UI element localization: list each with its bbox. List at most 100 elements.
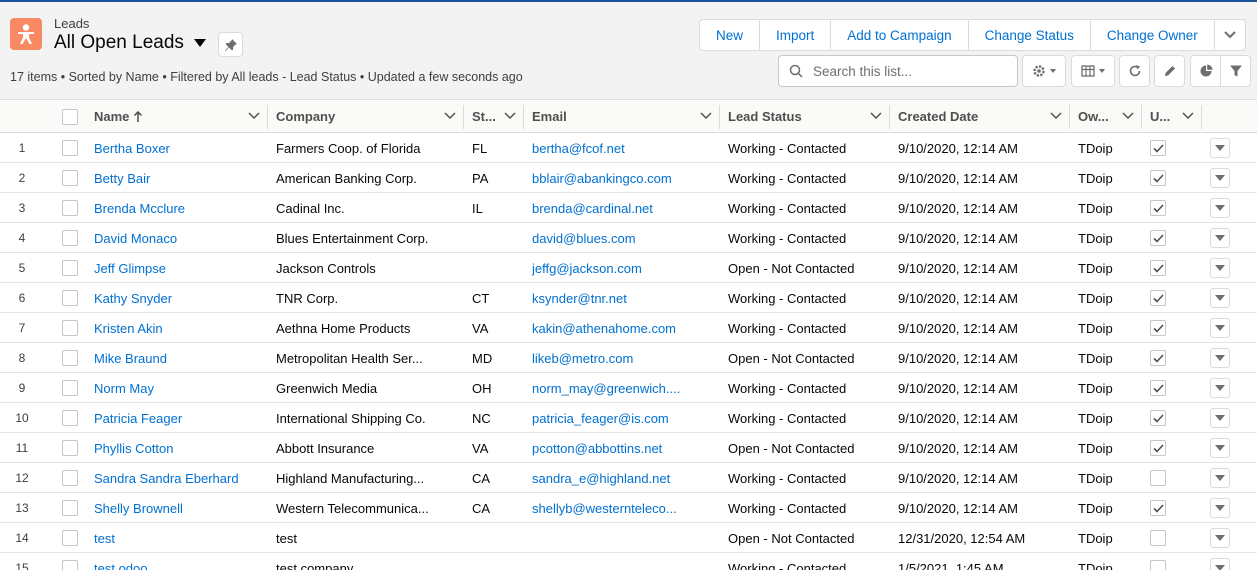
- table-row[interactable]: 11 Phyllis Cotton Abbott Insurance VA pcotto…: [0, 433, 1257, 463]
- row-select-checkbox[interactable]: [62, 470, 78, 486]
- table-row[interactable]: 8 Mike Braund Metropolitan Health Ser... MD…: [0, 343, 1257, 373]
- row-select-checkbox[interactable]: [62, 200, 78, 216]
- table-row[interactable]: 7 Kristen Akin Aethna Home Products VA kakin…: [0, 313, 1257, 343]
- table-row[interactable]: 15 test odoo test company Working - Contact…: [0, 553, 1257, 570]
- lead-name-link[interactable]: test odoo: [94, 553, 264, 570]
- row-select-checkbox[interactable]: [62, 440, 78, 456]
- caret-down-icon[interactable]: [193, 39, 206, 47]
- list-view-selector[interactable]: All Open Leads: [54, 32, 206, 54]
- table-row[interactable]: 1 Bertha Boxer Farmers Coop. of Florida FL b…: [0, 133, 1257, 163]
- row-select-checkbox[interactable]: [62, 410, 78, 426]
- email-link[interactable]: [532, 553, 716, 570]
- email-link[interactable]: bblair@abankingco.com: [532, 163, 716, 193]
- more-actions-button[interactable]: [1213, 19, 1246, 51]
- table-row[interactable]: 13 Shelly Brownell Western Telecommunica..…: [0, 493, 1257, 523]
- row-actions-button[interactable]: [1210, 318, 1230, 338]
- lead-name-link[interactable]: test: [94, 523, 264, 553]
- row-select-checkbox[interactable]: [62, 170, 78, 186]
- row-actions-button[interactable]: [1210, 528, 1230, 548]
- chevron-down-icon[interactable]: [1122, 111, 1134, 121]
- lead-name-link[interactable]: Kathy Snyder: [94, 283, 264, 313]
- email-link[interactable]: sandra_e@highland.net: [532, 463, 716, 493]
- chevron-down-icon[interactable]: [248, 111, 260, 121]
- lead-name-link[interactable]: Shelly Brownell: [94, 493, 264, 523]
- lead-name-link[interactable]: Jeff Glimpse: [94, 253, 264, 283]
- row-actions-button[interactable]: [1210, 348, 1230, 368]
- row-actions-button[interactable]: [1210, 408, 1230, 428]
- row-actions-button[interactable]: [1210, 438, 1230, 458]
- email-link[interactable]: jeffg@jackson.com: [532, 253, 716, 283]
- chevron-down-icon[interactable]: [444, 111, 456, 121]
- chevron-down-icon[interactable]: [504, 111, 516, 121]
- row-actions-button[interactable]: [1210, 468, 1230, 488]
- lead-name-link[interactable]: Patricia Feager: [94, 403, 264, 433]
- row-actions-button[interactable]: [1210, 558, 1230, 570]
- row-actions-button[interactable]: [1210, 378, 1230, 398]
- row-select-checkbox[interactable]: [62, 230, 78, 246]
- column-header-unread[interactable]: U...: [1142, 100, 1202, 133]
- edit-list-button[interactable]: [1154, 55, 1185, 87]
- column-header-email[interactable]: Email: [524, 100, 720, 133]
- chevron-down-icon[interactable]: [700, 111, 712, 121]
- email-link[interactable]: bertha@fcof.net: [532, 133, 716, 163]
- import-button[interactable]: Import: [759, 19, 832, 51]
- row-actions-button[interactable]: [1210, 288, 1230, 308]
- row-select-checkbox[interactable]: [62, 320, 78, 336]
- column-header-name[interactable]: Name: [86, 100, 268, 133]
- pin-list-view-button[interactable]: [218, 32, 243, 57]
- email-link[interactable]: likeb@metro.com: [532, 343, 716, 373]
- chevron-down-icon[interactable]: [1182, 111, 1194, 121]
- lead-name-link[interactable]: Phyllis Cotton: [94, 433, 264, 463]
- email-link[interactable]: patricia_feager@is.com: [532, 403, 716, 433]
- chevron-down-icon[interactable]: [870, 111, 882, 121]
- new-button[interactable]: New: [699, 19, 761, 51]
- row-select-checkbox[interactable]: [62, 560, 78, 570]
- column-header-created-date[interactable]: Created Date: [890, 100, 1070, 133]
- charts-button[interactable]: [1190, 55, 1221, 87]
- refresh-button[interactable]: [1119, 55, 1150, 87]
- table-row[interactable]: 12 Sandra Sandra Eberhard Highland Manufac…: [0, 463, 1257, 493]
- table-row[interactable]: 5 Jeff Glimpse Jackson Controls jeffg@jacks…: [0, 253, 1257, 283]
- email-link[interactable]: kakin@athenahome.com: [532, 313, 716, 343]
- table-row[interactable]: 6 Kathy Snyder TNR Corp. CT ksynder@tnr.net W…: [0, 283, 1257, 313]
- email-link[interactable]: david@blues.com: [532, 223, 716, 253]
- row-actions-button[interactable]: [1210, 168, 1230, 188]
- filters-button[interactable]: [1220, 55, 1251, 87]
- change-owner-button[interactable]: Change Owner: [1089, 19, 1215, 51]
- email-link[interactable]: pcotton@abbottins.net: [532, 433, 716, 463]
- chevron-down-icon[interactable]: [1050, 111, 1062, 121]
- row-select-checkbox[interactable]: [62, 260, 78, 276]
- row-actions-button[interactable]: [1210, 228, 1230, 248]
- email-link[interactable]: shellyb@westerntelecо...: [532, 493, 716, 523]
- column-header-owner[interactable]: Ow...: [1070, 100, 1142, 133]
- lead-name-link[interactable]: Betty Bair: [94, 163, 264, 193]
- lead-name-link[interactable]: Mike Braund: [94, 343, 264, 373]
- table-row[interactable]: 10 Patricia Feager International Shipping …: [0, 403, 1257, 433]
- list-view-controls-button[interactable]: [1022, 55, 1066, 87]
- lead-name-link[interactable]: Sandra Sandra Eberhard: [94, 463, 264, 493]
- lead-name-link[interactable]: Kristen Akin: [94, 313, 264, 343]
- select-all-checkbox[interactable]: [62, 108, 78, 125]
- table-row[interactable]: 14 test test Open - Not Contacted 12/31/2020…: [0, 523, 1257, 553]
- row-actions-button[interactable]: [1210, 498, 1230, 518]
- row-select-checkbox[interactable]: [62, 290, 78, 306]
- row-actions-button[interactable]: [1210, 258, 1230, 278]
- email-link[interactable]: norm_may@greenwich....: [532, 373, 716, 403]
- row-select-checkbox[interactable]: [62, 500, 78, 516]
- lead-name-link[interactable]: David Monaco: [94, 223, 264, 253]
- row-select-checkbox[interactable]: [62, 530, 78, 546]
- row-select-checkbox[interactable]: [62, 140, 78, 156]
- email-link[interactable]: brenda@cardinal.net: [532, 193, 716, 223]
- lead-name-link[interactable]: Bertha Boxer: [94, 133, 264, 163]
- add-to-campaign-button[interactable]: Add to Campaign: [830, 19, 969, 51]
- email-link[interactable]: [532, 523, 716, 553]
- display-as-table-button[interactable]: [1071, 55, 1115, 87]
- row-actions-button[interactable]: [1210, 138, 1230, 158]
- table-row[interactable]: 2 Betty Bair American Banking Corp. PA bblai…: [0, 163, 1257, 193]
- search-input[interactable]: Search this list...: [778, 55, 1018, 87]
- column-header-company[interactable]: Company: [268, 100, 464, 133]
- lead-name-link[interactable]: Brenda Mcclure: [94, 193, 264, 223]
- lead-name-link[interactable]: Norm May: [94, 373, 264, 403]
- table-row[interactable]: 4 David Monaco Blues Entertainment Corp. da…: [0, 223, 1257, 253]
- column-header-lead-status[interactable]: Lead Status: [720, 100, 890, 133]
